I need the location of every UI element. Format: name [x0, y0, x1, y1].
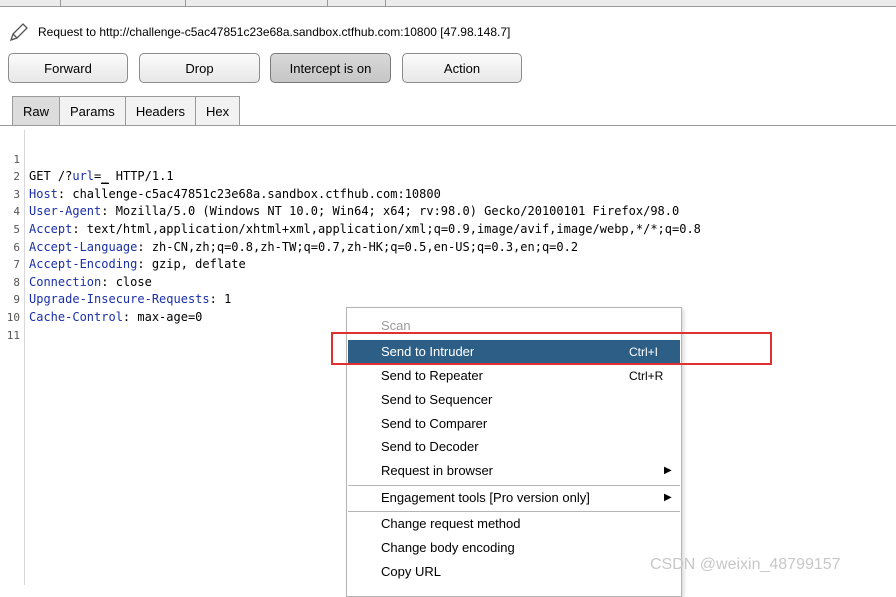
header-line: Accept: text/html,application/xhtml+xml,… — [29, 221, 701, 239]
header-name: Accept — [29, 221, 73, 236]
menu-item-shortcut: Ctrl+R — [629, 368, 664, 383]
top-tab-divider — [60, 0, 61, 6]
header-value: : text/html,application/xhtml+xml,applic… — [72, 221, 701, 236]
menu-item-send-to-comparer[interactable]: Send to Comparer — [348, 412, 680, 435]
text-cursor: _ — [101, 169, 109, 185]
header-line: User-Agent: Mozilla/5.0 (Windows NT 10.0… — [29, 203, 679, 221]
editor-line[interactable]: 9 Cache-Control: max-age=0 — [0, 274, 202, 324]
tabs-divider — [0, 125, 896, 126]
header-value: : 1 — [209, 292, 232, 307]
submenu-arrow-icon: ▶ — [664, 465, 672, 476]
menu-item-copy-url[interactable]: Copy URL — [348, 560, 680, 583]
menu-item-label: Engagement tools [Pro version only] — [381, 490, 590, 505]
header-line: Host: challenge-c5ac47851c23e68a.sandbox… — [29, 186, 441, 204]
menu-item-label: Send to Comparer — [381, 415, 488, 431]
menu-item-label: Request in browser — [381, 463, 493, 478]
top-tab-strip — [0, 0, 896, 7]
editor-line[interactable]: 7 Connection: close — [0, 239, 151, 289]
tab-hex[interactable]: Hex — [195, 96, 241, 126]
header-name: Cache-Control — [29, 309, 123, 324]
submenu-arrow-icon: ▶ — [664, 492, 672, 503]
request-title-row: Request to http://challenge-c5ac47851c23… — [8, 20, 510, 44]
menu-item-label: Send to Repeater — [381, 368, 483, 383]
menu-item-label: Change request method — [381, 516, 521, 531]
header-name: Connection — [29, 274, 102, 289]
top-tab-divider — [185, 0, 186, 6]
line-number: 11 — [6, 328, 20, 342]
menu-item-change-request-method[interactable]: Change request method — [348, 512, 680, 535]
menu-item-change-body-encoding[interactable]: Change body encoding — [348, 536, 680, 559]
menu-item-send-to-repeater[interactable]: Send to Repeater Ctrl+R — [348, 364, 680, 387]
tab-raw[interactable]: Raw — [12, 96, 61, 126]
intercept-toggle-button[interactable]: Intercept is on — [270, 53, 391, 83]
watermark: CSDN @weixin_48799157 — [650, 556, 841, 573]
header-value: : challenge-c5ac47851c23e68a.sandbox.ctf… — [57, 186, 441, 201]
context-menu: Scan Send to Intruder Ctrl+I Send to Rep… — [346, 307, 682, 597]
header-value: : max-age=0 — [122, 309, 203, 324]
menu-item-send-to-intruder[interactable]: Send to Intruder Ctrl+I — [348, 340, 680, 363]
editor-line[interactable]: 4 Accept: text/html,application/xhtml+xm… — [0, 186, 701, 236]
header-name: Host — [29, 186, 58, 201]
message-view-tabs: Raw Params Headers Hex — [12, 96, 241, 126]
menu-item-label: Scan — [381, 318, 411, 333]
header-name: User-Agent — [29, 204, 102, 219]
header-line: Accept-Language: zh-CN,zh;q=0.8,zh-TW;q=… — [29, 239, 578, 257]
editor-line[interactable]: 6 Accept-Encoding: gzip, deflate — [0, 221, 245, 272]
menu-item-scan[interactable]: Scan — [348, 314, 680, 337]
request-line[interactable]: GET /?url=_ HTTP/1.1 — [29, 168, 174, 186]
menu-item-engagement-tools[interactable]: Engagement tools [Pro version only] ▶ — [348, 486, 680, 509]
tab-params[interactable]: Params — [60, 96, 126, 126]
menu-item-shortcut: Ctrl+I — [629, 344, 659, 359]
top-tab-divider — [327, 0, 328, 6]
tab-headers[interactable]: Headers — [125, 96, 196, 126]
menu-item-label: Send to Decoder — [381, 439, 479, 454]
header-line: Upgrade-Insecure-Requests: 1 — [29, 291, 231, 309]
header-name: Accept-Language — [29, 239, 138, 254]
top-tab-divider — [385, 0, 386, 6]
editor-line[interactable]: 2 Host: challenge-c5ac47851c23e68a.sandb… — [0, 151, 440, 201]
header-line: Connection: close — [29, 274, 152, 292]
menu-item-send-to-decoder[interactable]: Send to Decoder — [348, 435, 680, 458]
header-name: Accept-Encoding — [29, 257, 138, 272]
pencil-icon[interactable] — [8, 21, 30, 43]
request-method-path: GET /? — [29, 169, 73, 184]
url-param-name: url — [72, 169, 95, 184]
menu-item-label: Change body encoding — [381, 540, 515, 555]
header-value: : gzip, deflate — [137, 257, 246, 272]
editor-line[interactable]: 10 — [0, 291, 29, 324]
editor-line[interactable]: 1 GET /?url=_ HTTP/1.1 — [0, 133, 174, 185]
menu-item-label: Send to Intruder — [381, 344, 475, 359]
menu-item-label: Send to Sequencer — [381, 391, 493, 407]
editor-line[interactable]: 3 User-Agent: Mozilla/5.0 (Windows NT 10… — [0, 168, 679, 219]
header-name: Upgrade-Insecure-Requests — [29, 292, 210, 307]
header-line: Cache-Control: max-age=0 — [29, 309, 202, 327]
menu-item-request-in-browser[interactable]: Request in browser ▶ — [348, 459, 680, 482]
request-title: Request to http://challenge-c5ac47851c23… — [38, 25, 511, 39]
forward-button[interactable]: Forward — [8, 53, 128, 83]
header-value: : close — [101, 274, 152, 289]
header-value: : Mozilla/5.0 (Windows NT 10.0; Win64; x… — [101, 204, 680, 219]
menu-item-send-to-sequencer[interactable]: Send to Sequencer — [348, 388, 680, 411]
header-line: Accept-Encoding: gzip, deflate — [29, 256, 246, 274]
editor-line[interactable]: 8 Upgrade-Insecure-Requests: 1 — [0, 256, 231, 307]
drop-button[interactable]: Drop — [139, 53, 260, 83]
header-value: : zh-CN,zh;q=0.8,zh-TW;q=0.7,zh-HK;q=0.5… — [137, 239, 579, 254]
editor-line[interactable]: 5 Accept-Language: zh-CN,zh;q=0.8,zh-TW;… — [0, 203, 578, 254]
action-button[interactable]: Action — [402, 53, 522, 83]
editor-line[interactable]: 11 — [0, 309, 29, 342]
http-version: HTTP/1.1 — [108, 169, 174, 184]
menu-item-label: Copy URL — [381, 564, 441, 579]
